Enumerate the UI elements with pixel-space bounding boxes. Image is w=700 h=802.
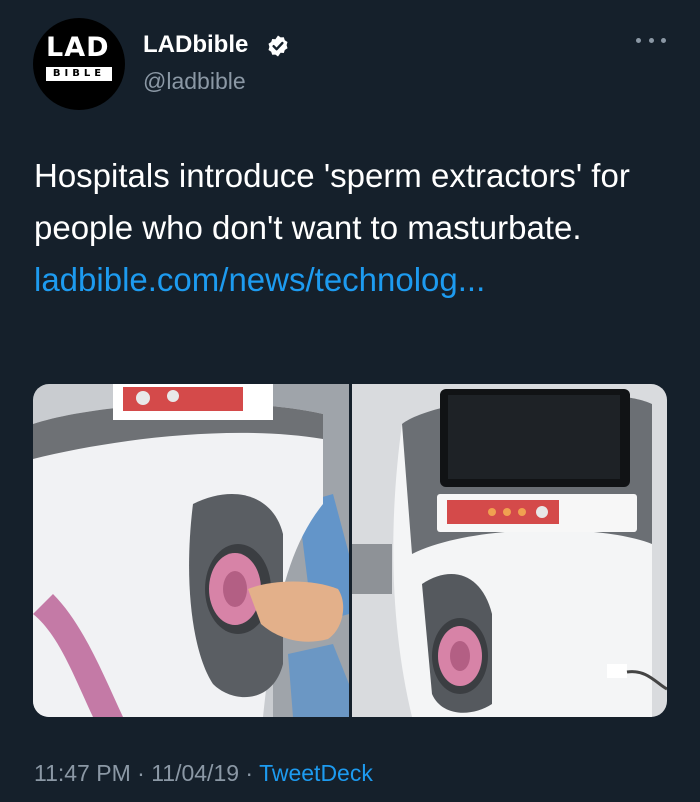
media-gallery[interactable] [33, 384, 667, 717]
avatar-logo-text: LAD [46, 32, 110, 63]
tweet-time[interactable]: 11:47 PM [34, 760, 131, 786]
author-handle[interactable]: @ladbible [143, 68, 246, 95]
machine-illustration-right [351, 384, 667, 717]
author-display-name[interactable]: LADbible [143, 31, 248, 59]
verified-badge-icon [268, 35, 288, 57]
tweet-date[interactable]: 11/04/19 [151, 760, 239, 786]
machine-illustration-left [33, 384, 349, 717]
tweet-source[interactable]: TweetDeck [259, 760, 373, 786]
tweet-text-block: Hospitals introduce 'sperm extractors' f… [34, 150, 674, 306]
more-options-icon[interactable] [636, 30, 666, 50]
tweet-link[interactable]: ladbible.com/news/technolog... [34, 254, 674, 306]
meta-separator-2: · [245, 760, 254, 786]
meta-separator: · [137, 760, 145, 786]
media-photo-right[interactable] [351, 384, 668, 717]
tweet: LAD BIBLE LADbible @ladbible Hospitals i… [0, 0, 700, 802]
tweet-meta: 11:47 PM · 11/04/19 · TweetDeck [34, 760, 373, 787]
tweet-text: Hospitals introduce 'sperm extractors' f… [34, 157, 630, 246]
avatar-logo-subtext: BIBLE [46, 67, 112, 81]
media-photo-left[interactable] [33, 384, 349, 717]
